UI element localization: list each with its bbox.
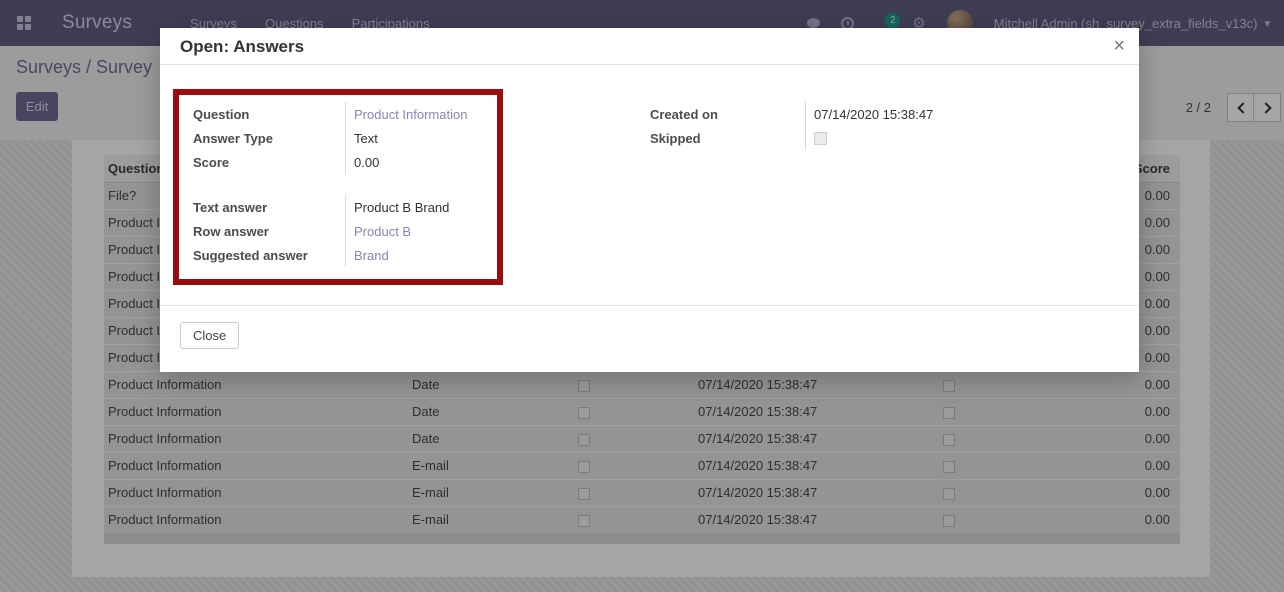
field-value-suggested-answer[interactable]: Brand xyxy=(345,243,497,267)
answer-field-group: Text answerProduct B Brand Row answerPro… xyxy=(193,195,497,267)
field-label-answer-type: Answer Type xyxy=(193,131,345,146)
field-value-skipped xyxy=(805,126,1090,150)
dialog-footer: Close xyxy=(160,305,1139,372)
field-value-score: 0.00 xyxy=(345,150,497,174)
field-label-created-on: Created on xyxy=(650,107,805,122)
field-label-skipped: Skipped xyxy=(650,131,805,146)
close-button[interactable]: Close xyxy=(180,322,239,349)
field-label-score: Score xyxy=(193,155,345,170)
field-value-question[interactable]: Product Information xyxy=(345,102,497,126)
highlight-red-box: QuestionProduct Information Answer TypeT… xyxy=(173,89,503,285)
close-icon[interactable]: × xyxy=(1113,32,1125,60)
field-value-answer-type: Text xyxy=(345,126,497,150)
field-value-row-answer[interactable]: Product B xyxy=(345,219,497,243)
dialog-header: Open: Answers × xyxy=(160,28,1139,65)
field-label-question: Question xyxy=(193,107,345,122)
dialog-title: Open: Answers xyxy=(180,37,304,57)
field-label-row-answer: Row answer xyxy=(193,224,345,239)
field-label-text-answer: Text answer xyxy=(193,200,345,215)
field-value-text-answer: Product B Brand xyxy=(345,195,497,219)
open-answers-dialog: Open: Answers × QuestionProduct Informat… xyxy=(160,28,1139,372)
field-value-created-on: 07/14/2020 15:38:47 xyxy=(805,102,1090,126)
meta-field-group: Created on07/14/2020 15:38:47 Skipped xyxy=(650,102,1090,150)
field-label-suggested-answer: Suggested answer xyxy=(193,248,345,263)
question-field-group: QuestionProduct Information Answer TypeT… xyxy=(193,102,497,174)
dialog-body: QuestionProduct Information Answer TypeT… xyxy=(160,65,1139,305)
skipped-checkbox xyxy=(814,132,827,145)
